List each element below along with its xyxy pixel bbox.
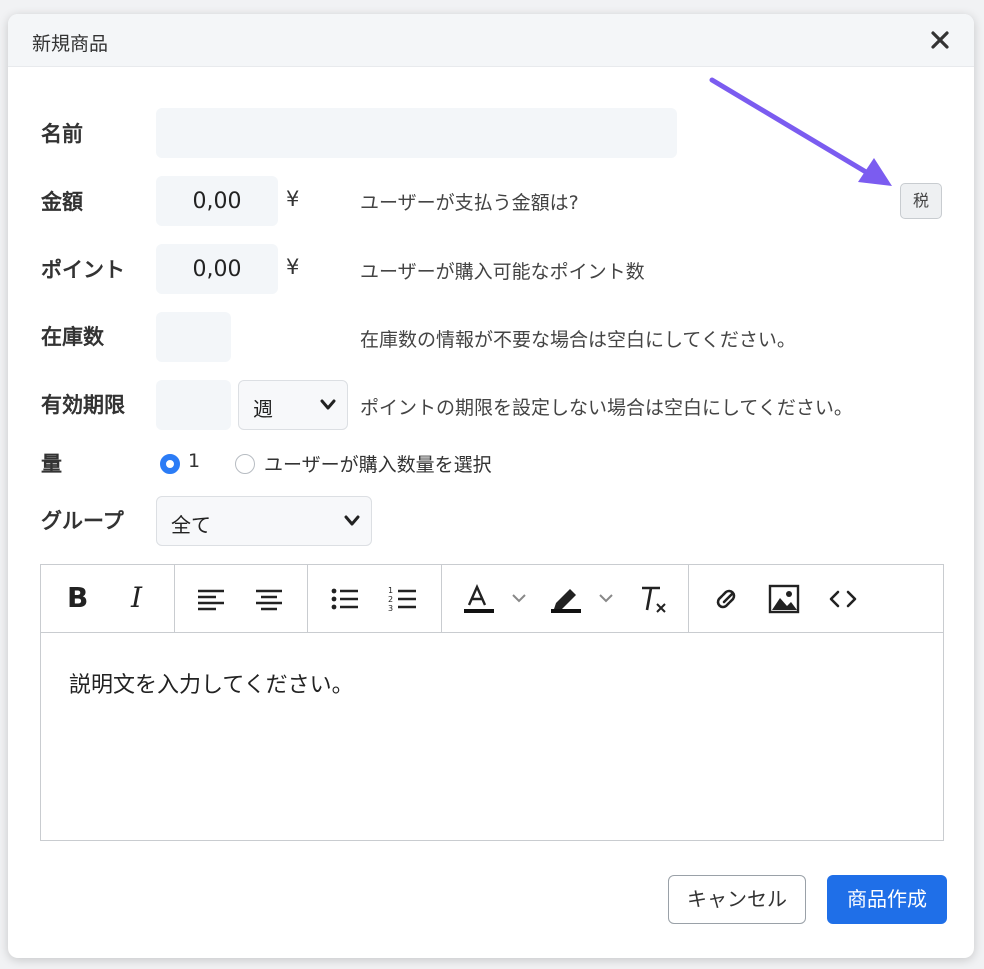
code-button[interactable] (826, 583, 860, 615)
highlight-button[interactable] (548, 583, 624, 615)
align-left-button[interactable] (194, 583, 228, 615)
highlight-icon (551, 589, 613, 613)
new-product-dialog: 新規商品 名前 金額 ¥ ユーザーが支払う金額は? 税 ポイント ¥ ユーザーが… (8, 14, 974, 958)
italic-button[interactable]: I (121, 581, 155, 615)
clear-format-icon (642, 586, 666, 613)
align-center-button[interactable] (252, 583, 286, 615)
svg-text:3: 3 (388, 604, 393, 613)
bullet-list-button[interactable] (328, 583, 362, 615)
italic-icon: I (131, 581, 143, 614)
chevron-down-icon (344, 515, 360, 526)
bold-icon: B (67, 581, 89, 614)
image-button[interactable] (767, 583, 801, 615)
dialog-title: 新規商品 (32, 33, 109, 55)
close-icon (931, 31, 949, 49)
numbered-list-button[interactable]: 1 2 3 (386, 583, 420, 615)
amount-input[interactable] (156, 176, 278, 226)
points-input[interactable] (156, 244, 278, 294)
expiry-period-select[interactable]: 週 (238, 380, 348, 430)
stock-input[interactable] (156, 312, 231, 362)
expiry-input[interactable] (156, 380, 231, 430)
expiry-label: 有効期限 (41, 393, 125, 417)
svg-text:2: 2 (388, 595, 393, 604)
amount-hint: ユーザーが支払う金額は? (360, 192, 579, 214)
clear-format-button[interactable] (636, 583, 670, 615)
numbered-list-icon: 1 2 3 (388, 586, 416, 613)
group-label: グループ (41, 509, 124, 533)
toolbar-separator (441, 565, 442, 632)
editor-body[interactable]: 説明文を入力してください。 (41, 633, 943, 840)
text-color-button[interactable] (461, 583, 537, 615)
link-icon (716, 589, 736, 609)
stock-label: 在庫数 (41, 325, 104, 349)
link-button[interactable] (709, 583, 743, 615)
name-input[interactable] (156, 108, 677, 158)
editor-toolbar: B I 1 2 3 (41, 565, 943, 633)
code-icon (829, 590, 857, 608)
align-center-icon (256, 589, 282, 611)
close-button[interactable] (926, 24, 954, 54)
chevron-down-icon (320, 399, 336, 410)
name-label: 名前 (41, 122, 83, 146)
points-label: ポイント (41, 258, 125, 282)
amount-unit: ¥ (286, 187, 300, 211)
tax-button[interactable]: 税 (900, 183, 942, 219)
svg-text:1: 1 (388, 586, 393, 595)
points-hint: ユーザーが購入可能なポイント数 (360, 261, 645, 283)
bold-button[interactable]: B (63, 581, 97, 615)
cancel-button[interactable]: キャンセル (668, 875, 806, 924)
toolbar-separator (174, 565, 175, 632)
expiry-period-value: 週 (253, 397, 273, 421)
create-product-button[interactable]: 商品作成 (827, 875, 947, 924)
text-color-icon (464, 584, 526, 613)
toolbar-separator (307, 565, 308, 632)
align-left-icon (198, 589, 224, 611)
group-select[interactable]: 全て (156, 496, 372, 546)
expiry-hint: ポイントの期限を設定しない場合は空白にしてください。 (360, 397, 853, 419)
toolbar-separator (688, 565, 689, 632)
quantity-label: 量 (41, 452, 62, 476)
points-unit: ¥ (286, 255, 300, 279)
quantity-user-label: ユーザーが購入数量を選択 (264, 454, 492, 476)
quantity-radio-fixed[interactable] (160, 454, 180, 474)
annotation-arrow-icon (709, 77, 892, 186)
bullet-list-icon (331, 588, 358, 610)
quantity-radio-user[interactable] (235, 454, 255, 474)
quantity-fixed-label: 1 (188, 450, 201, 472)
stock-hint: 在庫数の情報が不要な場合は空白にしてください。 (360, 329, 796, 351)
group-value: 全て (171, 513, 211, 537)
description-editor: B I 1 2 3 説明文を入力してください。 (40, 564, 944, 841)
amount-label: 金額 (41, 190, 83, 214)
image-icon (768, 584, 800, 614)
dialog-header: 新規商品 (8, 14, 974, 67)
